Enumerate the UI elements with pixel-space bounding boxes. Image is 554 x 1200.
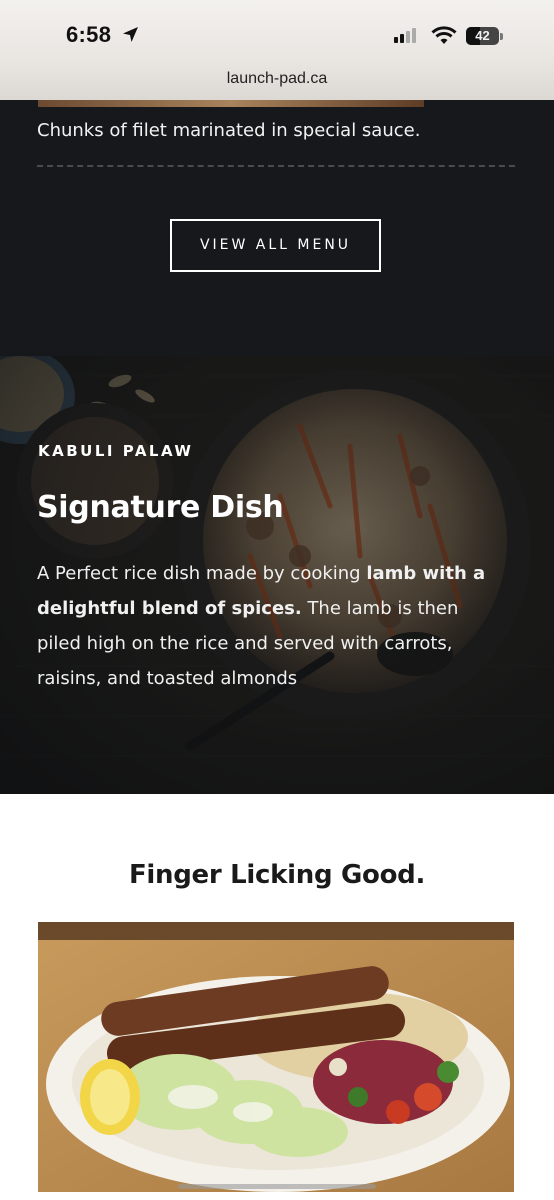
- battery-icon: 42: [466, 27, 499, 45]
- dashed-divider: [37, 165, 515, 167]
- signature-dish-section: KABULI PALAW Signature Dish A Perfect ri…: [0, 356, 554, 794]
- home-indicator[interactable]: [178, 1184, 376, 1189]
- location-arrow-icon: [122, 26, 139, 47]
- address-bar-url[interactable]: launch-pad.ca: [0, 70, 554, 88]
- battery-level: 42: [475, 28, 490, 43]
- menu-section: Chunks of filet marinated in special sau…: [0, 100, 554, 356]
- menu-item-description: Chunks of filet marinated in special sau…: [37, 120, 421, 141]
- finger-licking-section: Finger Licking Good.: [0, 794, 554, 1200]
- battery-cap: [500, 33, 503, 40]
- signature-dish-title: Signature Dish: [37, 490, 284, 525]
- cellular-signal-icon: [394, 28, 416, 43]
- signature-dish-description: A Perfect rice dish made by cooking lamb…: [37, 556, 507, 696]
- wifi-icon: [431, 26, 457, 49]
- status-bar: 6:58 42 launch-pad.ca: [0, 0, 554, 100]
- finger-licking-title: Finger Licking Good.: [128, 860, 426, 890]
- menu-item-image-edge: [38, 100, 424, 107]
- status-time: 6:58: [66, 22, 112, 47]
- signature-dish-kicker: KABULI PALAW: [38, 442, 194, 460]
- description-text-start: A Perfect rice dish made by cooking: [37, 563, 367, 584]
- kebab-plate-photo: [38, 922, 514, 1192]
- view-all-menu-button[interactable]: VIEW ALL MENU: [170, 219, 381, 272]
